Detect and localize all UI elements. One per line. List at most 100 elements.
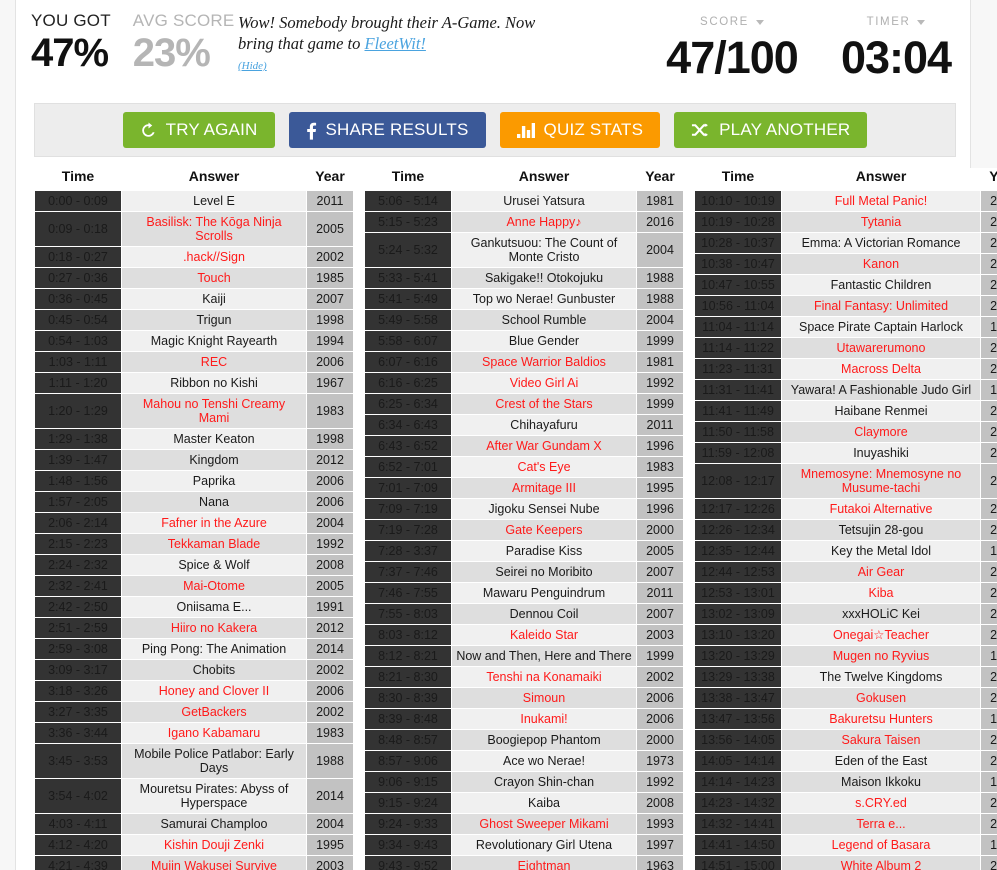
cell-answer-correct: Paradise Kiss [451,540,637,562]
try-again-label: TRY AGAIN [165,120,258,139]
cell-answer-incorrect: Legend of Basara [781,834,981,856]
cell-answer-incorrect: Crest of the Stars [451,393,637,415]
timer-meter-label-text: TIMER [866,16,911,28]
table-row: 14:23 - 14:32s.CRY.ed2001 [694,792,997,814]
cell-time: 0:09 - 0:18 [34,211,122,247]
chevron-down-icon[interactable] [917,19,926,25]
cell-year: 2007 [980,813,997,835]
cell-answer-correct: Haibane Renmei [781,400,981,422]
cell-time: 9:06 - 9:15 [364,771,452,793]
cell-year: 2006 [636,708,684,730]
cell-answer-incorrect: Basilisk: The Kōga Ninja Scrolls [121,211,307,247]
cell-answer-correct: Eden of the East [781,750,981,772]
results-table-body: 5:06 - 5:14 Urusei Yatsura 1981 5:15 - 5:23… [364,190,684,870]
cell-answer-incorrect: Cat's Eye [451,456,637,478]
cell-time: 14:23 - 14:32 [694,792,782,814]
cell-time: 2:24 - 2:32 [34,554,122,576]
results-tables: Time Answer Year 0:00 - 0:09 Level E 2011 0… [34,168,997,870]
cell-time: 3:09 - 3:17 [34,659,122,681]
cell-year: 1999 [980,645,997,667]
table-row: 0:54 - 1:03 Magic Knight Rayearth 1994 [34,330,354,352]
cell-year: 1991 [306,596,354,618]
cell-time: 1:03 - 1:11 [34,351,122,373]
table-row: 1:20 - 1:29 Mahou no Tenshi Creamy Mami 19… [34,393,354,429]
cell-time: 2:42 - 2:50 [34,596,122,618]
cell-year: 1983 [636,456,684,478]
cell-answer-correct: Ribbon no Kishi [121,372,307,394]
cell-time: 0:54 - 1:03 [34,330,122,352]
cell-answer-incorrect: Tytania [781,211,981,233]
table-row: 5:58 - 6:07 Blue Gender 1999 [364,330,684,352]
cell-year: 2004 [306,512,354,534]
cell-time: 13:56 - 14:05 [694,729,782,751]
cell-year: 1988 [636,288,684,310]
cell-answer-correct: Chobits [121,659,307,681]
cell-time: 7:55 - 8:03 [364,603,452,625]
quiz-stats-button[interactable]: QUIZ STATS [499,112,661,148]
cell-year: 2000 [636,519,684,541]
cell-year: 2007 [636,603,684,625]
cell-answer-incorrect: Air Gear [781,561,981,583]
table-row: 11:41 - 11:49Haibane Renmei2002 [694,400,997,422]
play-another-button[interactable]: PLAY ANOTHER [674,112,868,148]
cell-year: 2005 [980,498,997,520]
cell-year: 2011 [636,414,684,436]
cell-time: 7:37 - 7:46 [364,561,452,583]
table-row: 6:52 - 7:01 Cat's Eye 1983 [364,456,684,478]
results-column-2: Time Answer Year 5:06 - 5:14 Urusei Yatsu… [364,168,684,870]
cell-year: 1998 [306,309,354,331]
table-row: 0:36 - 0:45 Kaiji 2007 [34,288,354,310]
table-row: 0:09 - 0:18 Basilisk: The Kōga Ninja Scro… [34,211,354,247]
score-meter[interactable]: SCORE 47/100 [632,12,832,84]
cell-time: 13:20 - 13:29 [694,645,782,667]
cell-year: 2002 [980,624,997,646]
cell-answer-correct: School Rumble [451,309,637,331]
table-row: 2:06 - 2:14 Fafner in the Azure 2004 [34,512,354,534]
try-again-button[interactable]: TRY AGAIN [122,112,275,148]
cell-answer-incorrect: Mahou no Tenshi Creamy Mami [121,393,307,429]
cell-time: 10:19 - 10:28 [694,211,782,233]
cell-time: 13:38 - 13:47 [694,687,782,709]
fleetwit-link[interactable]: FleetWit! [365,34,426,53]
cell-time: 14:05 - 14:14 [694,750,782,772]
cell-year: 1995 [636,477,684,499]
share-results-button[interactable]: SHARE RESULTS [288,112,486,148]
cell-answer-correct: Maison Ikkoku [781,771,981,793]
timer-meter[interactable]: TIMER 03:04 [816,12,976,84]
cell-time: 6:16 - 6:25 [364,372,452,394]
table-row: 13:38 - 13:47Gokusen2004 [694,687,997,709]
table-row: 2:59 - 3:08 Ping Pong: The Animation 2014 [34,638,354,660]
column-header-year: Year [980,168,997,191]
table-row: 1:29 - 1:38 Master Keaton 1998 [34,428,354,450]
table-header-row: Time Answer Year [694,168,997,191]
cell-time: 10:47 - 10:55 [694,274,782,296]
cell-answer-correct: Kaiji [121,288,307,310]
cell-answer-incorrect: Bakuretsu Hunters [781,708,981,730]
cell-year: 2006 [980,582,997,604]
cell-answer-incorrect: Final Fantasy: Unlimited [781,295,981,317]
cell-year: 1985 [306,267,354,289]
cell-year: 1994 [980,540,997,562]
score-meter-label[interactable]: SCORE [700,16,764,28]
cell-time: 5:24 - 5:32 [364,232,452,268]
cell-time: 4:12 - 4:20 [34,834,122,856]
timer-meter-label[interactable]: TIMER [867,16,926,28]
cell-answer-incorrect: Space Warrior Baldios [451,351,637,373]
cell-year: 2004 [980,519,997,541]
column-header-answer: Answer [121,168,307,191]
table-row: 13:56 - 14:05Sakura Taisen2000 [694,729,997,751]
cell-year: 2002 [980,666,997,688]
cell-year: 1999 [636,330,684,352]
cell-time: 11:14 - 11:22 [694,337,782,359]
table-row: 11:50 - 11:58Claymore2007 [694,421,997,443]
cell-time: 12:17 - 12:26 [694,498,782,520]
table-row: 5:15 - 5:23 Anne Happy♪ 2016 [364,211,684,233]
cell-time: 13:29 - 13:38 [694,666,782,688]
hide-message-link[interactable]: (Hide) [238,56,568,77]
chevron-down-icon[interactable] [755,19,764,25]
your-score-value: 47% [31,31,109,75]
cell-answer-correct: Samurai Champloo [121,813,307,835]
cell-year: 1988 [306,743,354,779]
cell-answer-correct: Yawara! A Fashionable Judo Girl [781,379,981,401]
cell-time: 4:21 - 4:39 [34,855,122,870]
